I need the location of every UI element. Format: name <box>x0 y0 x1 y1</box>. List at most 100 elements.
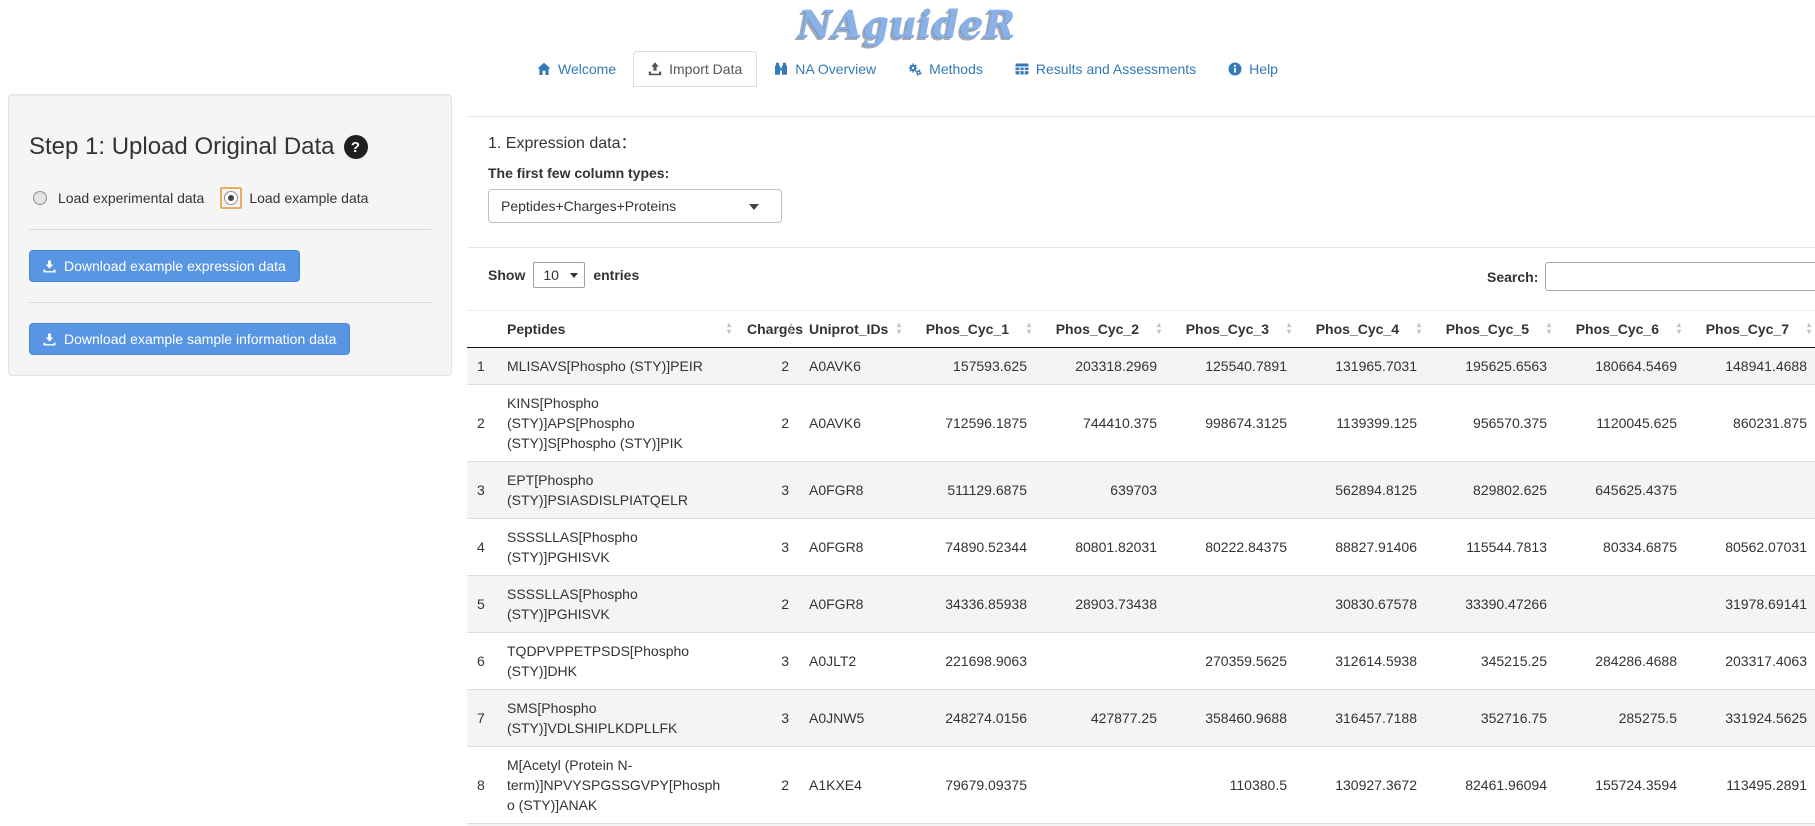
value-cell: 645625.4375 <box>1557 462 1687 519</box>
value-cell: 157593.625 <box>907 348 1037 385</box>
value-cell: 113495.2891 <box>1687 747 1815 824</box>
charge-cell: 2 <box>737 385 799 462</box>
value-cell: 511129.6875 <box>907 462 1037 519</box>
column-types-select[interactable]: Peptides+Charges+Proteins <box>488 189 782 223</box>
uniprot-cell: A0JLT2 <box>799 633 907 690</box>
radio-load-experimental-data[interactable]: Load experimental data <box>29 187 204 209</box>
uniprot-cell: A0FGR8 <box>799 519 907 576</box>
app-logo: NAguideR <box>0 2 1815 46</box>
value-cell: 74890.52344 <box>907 519 1037 576</box>
tab-import-data[interactable]: Import Data <box>633 51 757 87</box>
charge-cell: 3 <box>737 462 799 519</box>
sort-arrows-icon[interactable]: ▴▾ <box>897 321 901 335</box>
tab-na-overview[interactable]: NA Overview <box>759 51 891 87</box>
value-cell: 34336.85938 <box>907 576 1037 633</box>
row-index-cell: 1 <box>467 348 497 385</box>
uniprot-cell: A0AVK6 <box>799 385 907 462</box>
sort-arrows-icon[interactable]: ▴▾ <box>789 321 793 335</box>
uniprot-cell: A0AVK6 <box>799 348 907 385</box>
column-header-Phos_Cyc_5[interactable]: Phos_Cyc_5▴▾ <box>1427 311 1557 348</box>
value-cell <box>1167 576 1297 633</box>
charge-cell: 2 <box>737 576 799 633</box>
column-header-Phos_Cyc_7[interactable]: Phos_Cyc_7▴▾ <box>1687 311 1815 348</box>
value-cell: 80801.82031 <box>1037 519 1167 576</box>
value-cell: 998674.3125 <box>1167 385 1297 462</box>
search-input[interactable] <box>1545 262 1815 291</box>
value-cell <box>1037 633 1167 690</box>
table-row: 4SSSSLLAS[Phospho (STY)]PGHISVK3A0FGR874… <box>467 519 1815 576</box>
uniprot-cell: A1KXE4 <box>799 747 907 824</box>
value-cell: 562894.8125 <box>1297 462 1427 519</box>
row-index-cell: 6 <box>467 633 497 690</box>
value-cell: 30830.67578 <box>1297 576 1427 633</box>
value-cell: 110380.5 <box>1167 747 1297 824</box>
tab-methods[interactable]: Methods <box>893 51 998 87</box>
sort-arrows-icon[interactable]: ▴▾ <box>727 321 731 335</box>
datatable-controls: Show 10 entries Search: <box>488 262 1815 300</box>
question-circle-icon[interactable]: ? <box>344 135 368 159</box>
peptide-cell: EPT[Phospho (STY)]PSIASDISLPIATQELR <box>497 462 737 519</box>
charge-cell: 3 <box>737 633 799 690</box>
sort-arrows-icon[interactable]: ▴▾ <box>1677 321 1681 335</box>
tab-help[interactable]: Help <box>1213 51 1293 87</box>
page-length-select[interactable]: 10 <box>533 262 585 288</box>
value-cell: 956570.375 <box>1427 385 1557 462</box>
value-cell: 115544.7813 <box>1427 519 1557 576</box>
peptide-cell: M[Acetyl (Protein N-term)]NPVYSPGSSGVPY[… <box>497 747 737 824</box>
import-data-panel: 1. Expression data： The first few column… <box>467 94 1815 826</box>
column-types-label: The first few column types: <box>488 165 1815 181</box>
radio-load-example-data[interactable]: Load example data <box>220 187 368 209</box>
download-example-expression-button[interactable]: Download example expression data <box>29 250 300 282</box>
value-cell: 1120045.625 <box>1557 385 1687 462</box>
column-header-Phos_Cyc_3[interactable]: Phos_Cyc_3▴▾ <box>1167 311 1297 348</box>
value-cell: 352716.75 <box>1427 690 1557 747</box>
table-row: 6TQDPVPPETPSDS[Phospho (STY)]DHK3A0JLT22… <box>467 633 1815 690</box>
uniprot-cell: A0JNW5 <box>799 690 907 747</box>
panel-divider <box>467 116 1815 117</box>
column-header-Phos_Cyc_2[interactable]: Phos_Cyc_2▴▾ <box>1037 311 1167 348</box>
row-index-cell: 4 <box>467 519 497 576</box>
charge-cell: 2 <box>737 747 799 824</box>
peptide-cell: KINS[Phospho (STY)]APS[Phospho (STY)]S[P… <box>497 385 737 462</box>
download-icon <box>43 260 56 273</box>
charge-cell: 2 <box>737 348 799 385</box>
row-index-cell: 3 <box>467 462 497 519</box>
binoculars-icon <box>774 62 788 76</box>
table-row: 2KINS[Phospho (STY)]APS[Phospho (STY)]S[… <box>467 385 1815 462</box>
value-cell: 79679.09375 <box>907 747 1037 824</box>
value-cell: 33390.47266 <box>1427 576 1557 633</box>
sort-arrows-icon[interactable]: ▴▾ <box>1287 321 1291 335</box>
column-header-Phos_Cyc_6[interactable]: Phos_Cyc_6▴▾ <box>1557 311 1687 348</box>
charge-cell: 3 <box>737 690 799 747</box>
data-source-radio-group: Load experimental data Load example data <box>29 187 431 209</box>
value-cell: 28903.73438 <box>1037 576 1167 633</box>
download-example-sample-info-button[interactable]: Download example sample information data <box>29 323 350 355</box>
value-cell: 345215.25 <box>1427 633 1557 690</box>
row-index-cell: 5 <box>467 576 497 633</box>
sort-arrows-icon[interactable]: ▴▾ <box>1807 321 1811 335</box>
radio-circle-icon[interactable] <box>33 191 47 205</box>
sidebar-divider <box>29 229 431 230</box>
tab-welcome[interactable]: Welcome <box>522 51 631 87</box>
radio-circle-selected-icon[interactable] <box>224 191 238 205</box>
value-cell: 316457.7188 <box>1297 690 1427 747</box>
value-cell: 125540.7891 <box>1167 348 1297 385</box>
column-header-Phos_Cyc_4[interactable]: Phos_Cyc_4▴▾ <box>1297 311 1427 348</box>
row-index-cell: 2 <box>467 385 497 462</box>
value-cell: 221698.9063 <box>907 633 1037 690</box>
column-header-Peptides[interactable]: Peptides▴▾ <box>497 311 737 348</box>
column-header-Phos_Cyc_1[interactable]: Phos_Cyc_1▴▾ <box>907 311 1037 348</box>
table-row: 5SSSSLLAS[Phospho (STY)]PGHISVK2A0FGR834… <box>467 576 1815 633</box>
column-header-Uniprot_IDs[interactable]: Uniprot_IDs▴▾ <box>799 311 907 348</box>
sort-arrows-icon[interactable]: ▴▾ <box>1157 321 1161 335</box>
panel-divider <box>467 247 1815 248</box>
sort-arrows-icon[interactable]: ▴▾ <box>1417 321 1421 335</box>
sort-arrows-icon[interactable]: ▴▾ <box>1027 321 1031 335</box>
tab-results-assessments[interactable]: Results and Assessments <box>1000 51 1211 87</box>
column-header-Charges[interactable]: Charges▴▾ <box>737 311 799 348</box>
expression-data-title: 1. Expression data： <box>488 129 1815 153</box>
value-cell: 203318.2969 <box>1037 348 1167 385</box>
value-cell: 248274.0156 <box>907 690 1037 747</box>
value-cell: 1139399.125 <box>1297 385 1427 462</box>
sort-arrows-icon[interactable]: ▴▾ <box>1547 321 1551 335</box>
